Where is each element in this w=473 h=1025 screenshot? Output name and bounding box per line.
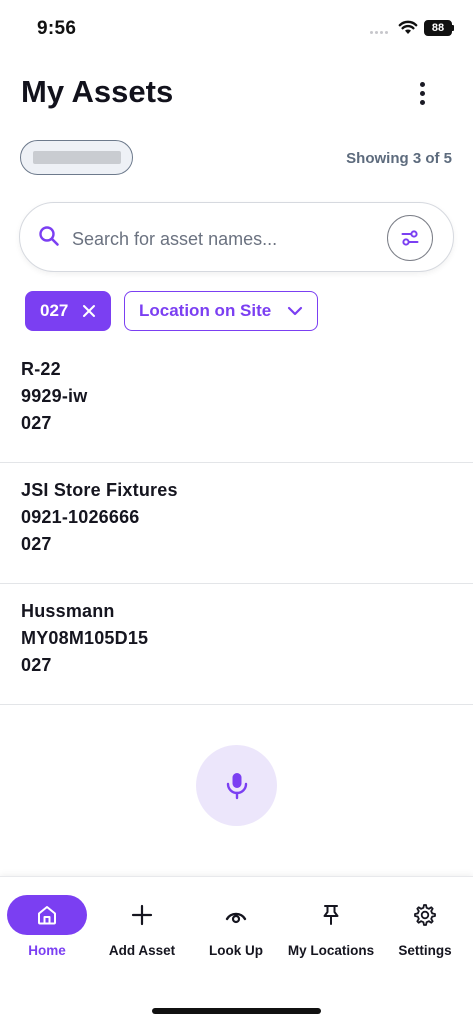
location-on-site-dropdown[interactable]: Location on Site: [124, 291, 318, 331]
search-input[interactable]: [72, 222, 372, 256]
asset-serial: 9929-iw: [21, 386, 88, 406]
nav-label: Home: [28, 943, 66, 958]
asset-list-item[interactable]: Hussmann MY08M105D15 027: [0, 585, 473, 705]
nav-label: Settings: [398, 943, 452, 958]
asset-location: 027: [21, 534, 52, 554]
nav-add-asset[interactable]: Add Asset: [95, 895, 189, 958]
nav-look-up[interactable]: Look Up: [189, 895, 283, 958]
sliders-icon: [401, 230, 419, 246]
nav-label: My Locations: [287, 943, 375, 958]
chevron-down-icon: [287, 306, 303, 316]
home-icon: [38, 906, 56, 925]
dropdown-label: Location on Site: [139, 301, 272, 320]
dot-icon: [419, 81, 425, 87]
filter-button[interactable]: [387, 215, 433, 261]
voice-search-button[interactable]: [196, 745, 277, 826]
site-selector-pill[interactable]: [20, 140, 133, 175]
nav-label: Look Up: [209, 943, 263, 958]
nav-my-locations[interactable]: My Locations: [284, 895, 378, 958]
dot-icon: [419, 90, 425, 96]
status-time: 9:56: [37, 18, 77, 39]
close-icon[interactable]: [82, 304, 96, 318]
nav-home-highlight: [7, 895, 87, 935]
plus-icon: [131, 904, 153, 926]
asset-location: 027: [21, 413, 52, 433]
chip-label: 027: [40, 301, 69, 320]
asset-name: R-22: [21, 359, 61, 379]
asset-serial: 0921-1026666: [21, 507, 140, 527]
signal-icon: [370, 31, 392, 35]
redacted-site-name: [32, 151, 121, 164]
asset-serial: MY08M105D15: [21, 628, 149, 648]
nav-label: Add Asset: [108, 943, 176, 958]
battery-level: 88: [431, 22, 445, 34]
eye-icon: [225, 912, 247, 924]
more-options-button[interactable]: [410, 80, 434, 106]
gear-icon: [414, 904, 436, 926]
dot-icon: [419, 99, 425, 105]
page-title: My Assets: [21, 74, 174, 109]
asset-name: Hussmann: [21, 601, 115, 621]
asset-list-item[interactable]: R-22 9929-iw 027: [0, 343, 473, 463]
home-indicator: [152, 1008, 321, 1014]
asset-location: 027: [21, 655, 52, 675]
nav-home[interactable]: Home: [0, 895, 94, 958]
pin-icon: [323, 905, 339, 925]
asset-name: JSI Store Fixtures: [21, 480, 178, 500]
nav-settings[interactable]: Settings: [378, 895, 472, 958]
battery-tip: [452, 25, 454, 31]
showing-count: Showing 3 of 5: [346, 150, 452, 167]
search-icon: [39, 226, 59, 246]
battery-indicator: 88: [424, 20, 452, 36]
wifi-icon: [398, 20, 418, 34]
location-filter-chip[interactable]: 027: [25, 291, 111, 331]
microphone-icon: [226, 772, 247, 799]
asset-list-item[interactable]: JSI Store Fixtures 0921-1026666 027: [0, 464, 473, 584]
